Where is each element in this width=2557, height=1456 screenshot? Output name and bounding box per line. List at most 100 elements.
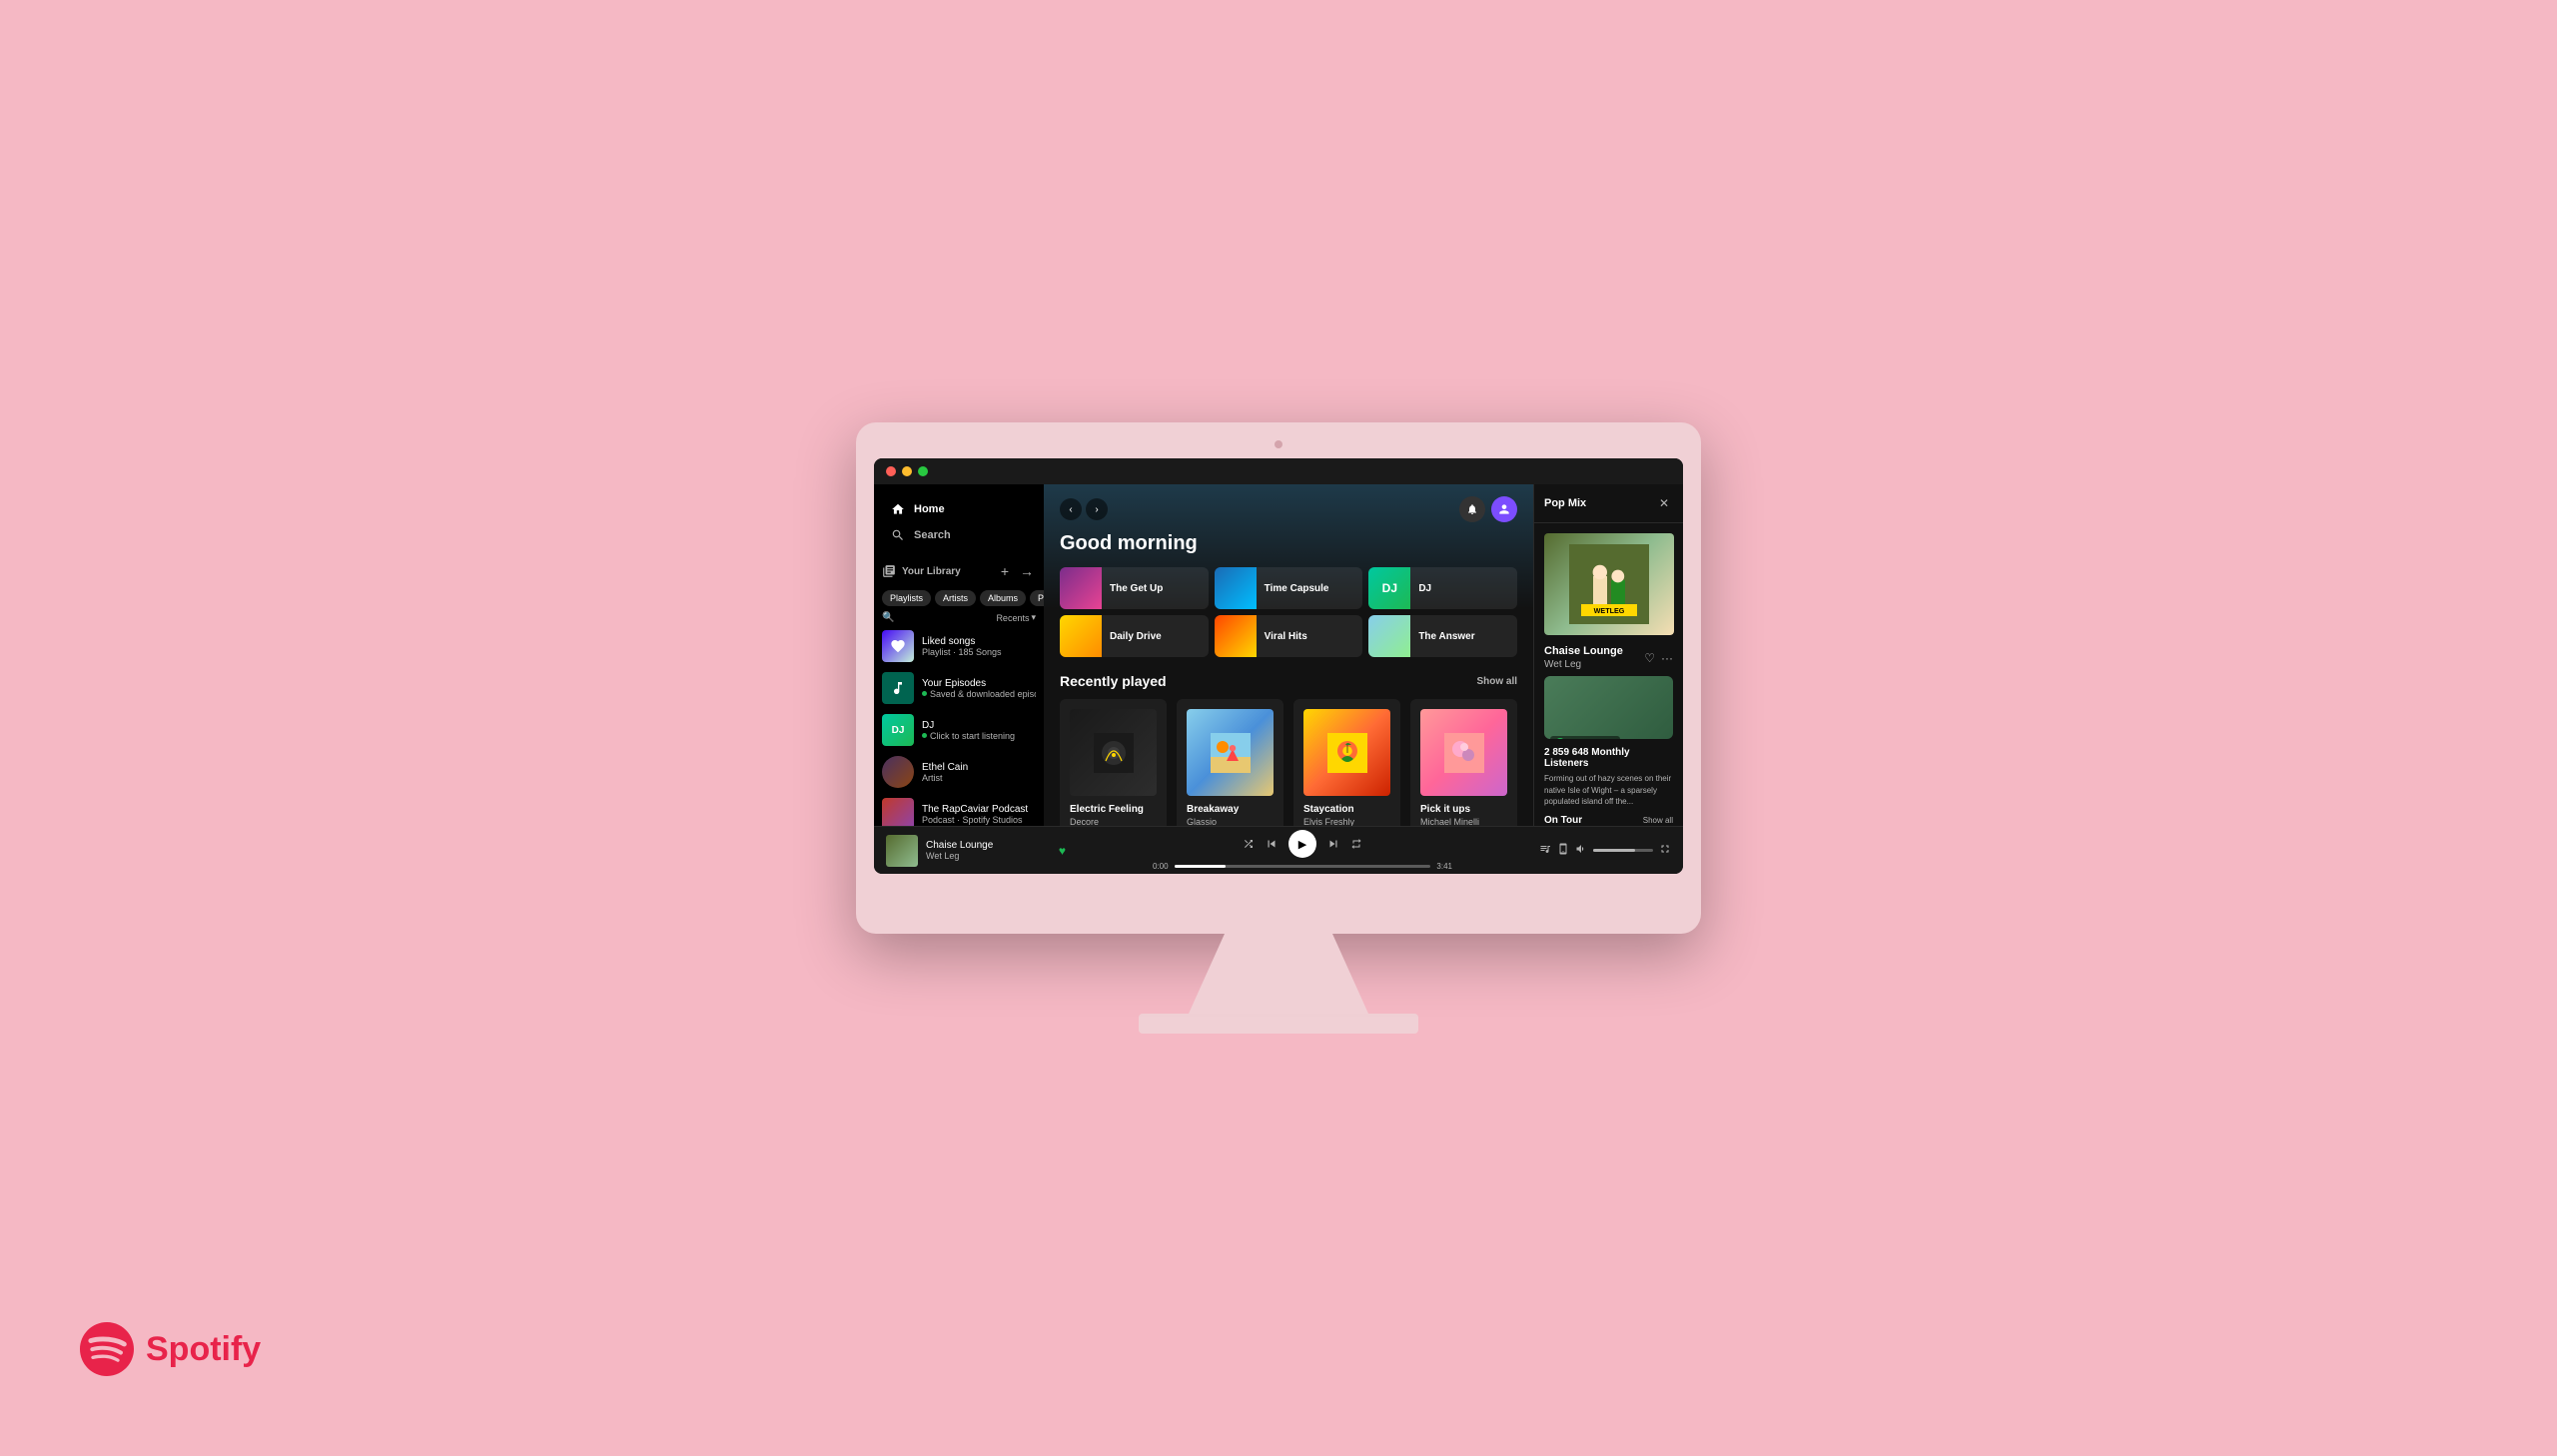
panel-more-button[interactable]: ··· (1661, 651, 1673, 665)
dj-info: DJ Click to start listening (922, 720, 1036, 741)
fullscreen-button[interactable] (1659, 843, 1671, 858)
dj-sub: Click to start listening (922, 731, 1036, 741)
ethel-cain-thumb (882, 756, 914, 788)
card-electric-feeling[interactable]: Electric Feeling Decore (1060, 699, 1167, 837)
library-actions: + → (996, 562, 1036, 580)
answer-name: The Answer (1418, 631, 1474, 642)
svg-text:WETLEG: WETLEG (1594, 606, 1625, 615)
library-item-episodes[interactable]: Your Episodes Saved & downloaded episode… (874, 667, 1044, 709)
quick-play-daily[interactable]: Daily Drive (1060, 615, 1209, 657)
queue-button[interactable] (1539, 843, 1551, 858)
green-dot-dj (922, 733, 927, 738)
breakaway-name: Breakaway (1187, 804, 1274, 815)
card-staycation[interactable]: Staycation Elvis Freshly (1293, 699, 1400, 837)
card-pickitup[interactable]: Pick it ups Michael Minelli (1410, 699, 1517, 837)
filter-artists[interactable]: Artists (935, 590, 976, 606)
main-header: ‹ › (1060, 496, 1517, 522)
daily-name: Daily Drive (1110, 631, 1162, 642)
spotify-logo: Spotify (80, 1322, 261, 1376)
user-avatar[interactable] (1491, 496, 1517, 522)
next-button[interactable] (1326, 837, 1340, 851)
previous-button[interactable] (1265, 837, 1278, 851)
camera-dot (1275, 440, 1282, 448)
shuffle-button[interactable] (1243, 838, 1255, 850)
sidebar: Home Search Your Library (874, 484, 1044, 826)
player-controls: ▶ 0:00 3:41 (1074, 830, 1531, 871)
panel-close-button[interactable]: ✕ (1655, 494, 1673, 512)
volume-slider[interactable] (1593, 849, 1653, 852)
quick-play-answer[interactable]: The Answer (1368, 615, 1517, 657)
sidebar-item-home[interactable]: Home (882, 496, 1036, 522)
viral-thumb (1215, 615, 1257, 657)
verified-badge: ✓ Verified Artist (1550, 736, 1620, 739)
back-button[interactable]: ‹ (1060, 498, 1082, 520)
minimize-button[interactable] (902, 466, 912, 476)
progress-fill (1175, 865, 1226, 868)
panel-album-art: WETLEG (1544, 533, 1674, 635)
pickitup-name: Pick it ups (1420, 804, 1507, 815)
liked-songs-info: Liked songs Playlist · 185 Songs (922, 636, 1036, 657)
progress-track[interactable] (1175, 865, 1431, 868)
spotify-icon (80, 1322, 134, 1376)
play-pause-button[interactable]: ▶ (1288, 830, 1316, 858)
dj-thumb: DJ (882, 714, 914, 746)
liked-songs-name: Liked songs (922, 636, 1036, 647)
forward-button[interactable]: › (1086, 498, 1108, 520)
filter-podcasts[interactable]: Podcasts (1030, 590, 1044, 606)
sidebar-item-search[interactable]: Search (882, 522, 1036, 548)
recently-played-show-all[interactable]: Show all (1476, 676, 1517, 687)
player-thumb (886, 835, 918, 867)
close-button[interactable] (886, 466, 896, 476)
getup-thumb (1060, 567, 1102, 609)
library-item-liked-songs[interactable]: Liked songs Playlist · 185 Songs (874, 625, 1044, 667)
spotify-logo-text: Spotify (146, 1330, 261, 1369)
on-tour-show-all[interactable]: Show all (1643, 816, 1673, 825)
episodes-name: Your Episodes (922, 678, 1036, 689)
panel-heart-button[interactable]: ♡ (1644, 651, 1655, 665)
quick-play-timecapsule[interactable]: Time Capsule (1215, 567, 1363, 609)
artist-banner-img: ✓ Verified Artist (1544, 676, 1673, 739)
artist-description: Forming out of hazy scenes on their nati… (1534, 773, 1683, 807)
recently-played-title: Recently played (1060, 673, 1167, 689)
quick-play-getup[interactable]: The Get Up (1060, 567, 1209, 609)
panel-title: Pop Mix (1544, 497, 1586, 509)
player-heart-button[interactable]: ♥ (1059, 844, 1066, 858)
player-bar: Chaise Lounge Wet Leg ♥ ▶ (874, 826, 1683, 874)
liked-songs-sub: Playlist · 185 Songs (922, 647, 1036, 657)
total-time: 3:41 (1436, 862, 1452, 871)
monthly-listeners: 2 859 648 Monthly Listeners (1534, 747, 1683, 769)
quick-play-dj[interactable]: DJ DJ (1368, 567, 1517, 609)
volume-fill (1593, 849, 1635, 852)
library-item-ethel-cain[interactable]: Ethel Cain Artist (874, 751, 1044, 793)
rapcaviar-name: The RapCaviar Podcast (922, 804, 1036, 815)
maximize-button[interactable] (918, 466, 928, 476)
filter-pills: Playlists Artists Albums Podcasts (874, 586, 1044, 610)
ethel-cain-sub: Artist (922, 773, 1036, 783)
add-library-button[interactable]: + (996, 562, 1014, 580)
episodes-sub: Saved & downloaded episodes (922, 689, 1036, 699)
liked-songs-thumb (882, 630, 914, 662)
library-item-dj[interactable]: DJ DJ Click to start listening (874, 709, 1044, 751)
search-mini-icon: 🔍 (882, 612, 894, 623)
header-icons (1459, 496, 1517, 522)
recents-button[interactable]: Recents ▾ (996, 612, 1036, 623)
episodes-info: Your Episodes Saved & downloaded episode… (922, 678, 1036, 699)
electric-name: Electric Feeling (1070, 804, 1157, 815)
repeat-button[interactable] (1350, 838, 1362, 850)
filter-albums[interactable]: Albums (980, 590, 1026, 606)
filter-playlists[interactable]: Playlists (882, 590, 931, 606)
library-item-rapcaviar[interactable]: The RapCaviar Podcast Podcast · Spotify … (874, 793, 1044, 826)
timecapsule-thumb (1215, 567, 1257, 609)
card-breakaway[interactable]: Breakaway Glassio (1177, 699, 1283, 837)
expand-library-button[interactable]: → (1018, 562, 1036, 580)
recently-played-header: Recently played Show all (1060, 673, 1517, 689)
timecapsule-name: Time Capsule (1265, 583, 1329, 594)
main-content: ‹ › Good morning (1044, 484, 1533, 874)
quick-play-viral[interactable]: Viral Hits (1215, 615, 1363, 657)
player-artist-name: Wet Leg (926, 851, 1051, 861)
devices-button[interactable] (1557, 843, 1569, 858)
breakaway-thumb (1187, 709, 1274, 796)
answer-thumb (1368, 615, 1410, 657)
notifications-button[interactable] (1459, 496, 1485, 522)
titlebar (874, 458, 1683, 484)
